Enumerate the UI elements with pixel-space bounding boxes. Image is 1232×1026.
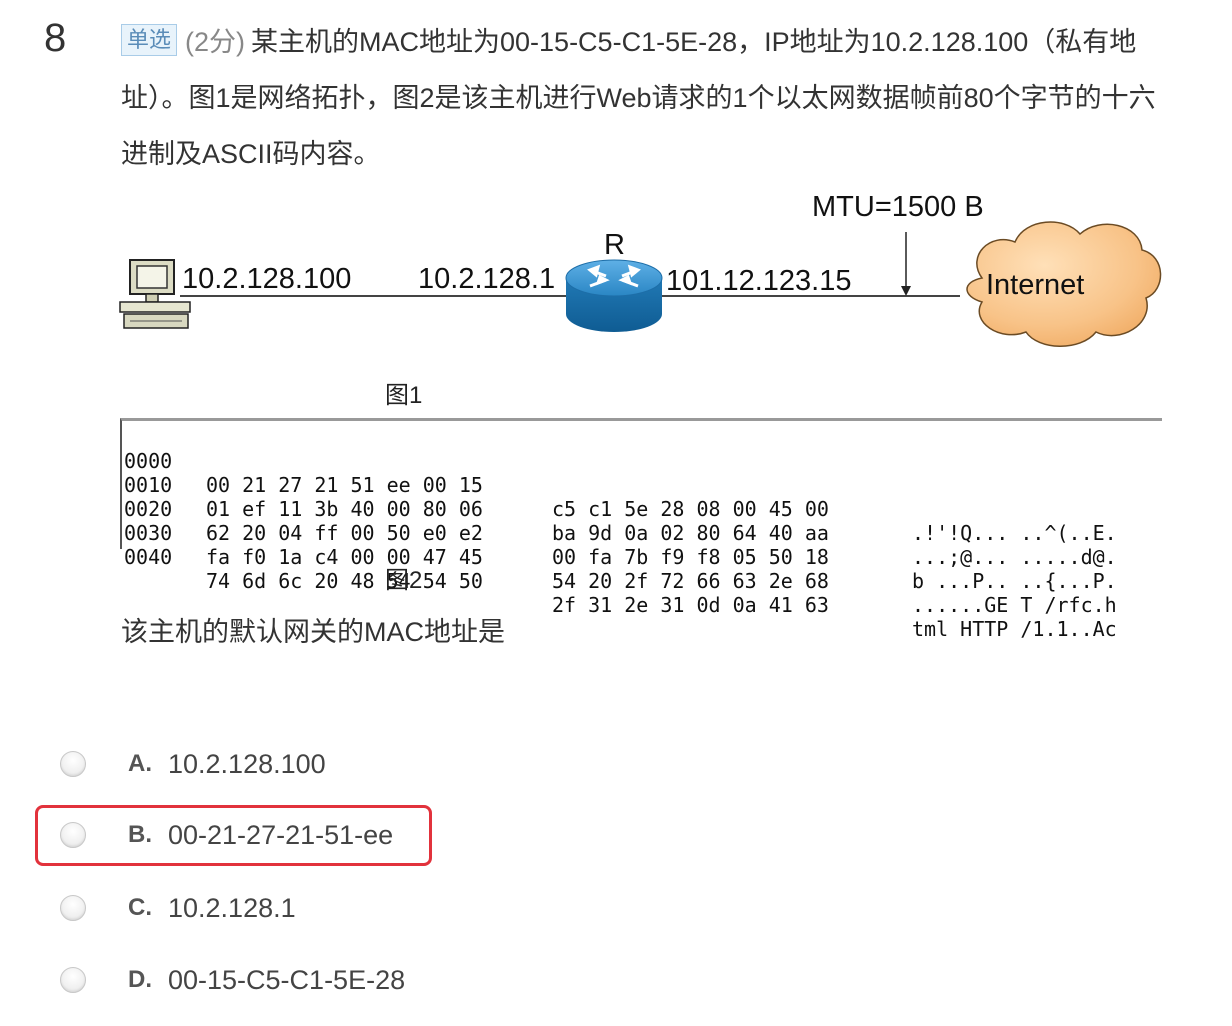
hex-bytes-first-half: 01 ef 11 3b 40 00 80 06 <box>206 497 483 521</box>
hex-ascii: tml HTTP /1.1..Ac <box>912 617 1117 641</box>
answer-highlight-box <box>35 805 432 866</box>
radio-button[interactable] <box>60 895 86 921</box>
stem-line-2: 址）。图1是网络拓扑，图2是该主机进行Web请求的1个以太网数据帧前80个字节的… <box>121 83 1156 113</box>
figure2-caption: 图2 <box>385 567 423 594</box>
hex-bytes-first-half: fa f0 1a c4 00 00 47 45 <box>206 545 483 569</box>
hex-row: 0040 74 6d 6c 20 48 54 54 50 2f 31 2e 31… <box>122 521 1117 641</box>
network-topology-figure: 10.2.128.100 10.2.128.1 R 101.12.123.15 … <box>119 191 1162 347</box>
option-text: 10.2.128.100 <box>168 748 326 779</box>
hex-bytes-second-half: 00 fa 7b f9 f8 05 50 18 <box>552 545 829 569</box>
mtu-arrow <box>901 232 911 296</box>
hex-ascii: .!'!Q... ..^(..E. <box>912 521 1117 545</box>
hex-offset: 0040 <box>124 545 173 569</box>
option-d[interactable]: D. 00-15-C5-C1-5E-28 <box>60 960 405 1000</box>
question-prompt: 该主机的默认网关的MAC地址是 <box>121 617 505 647</box>
router-label: R <box>604 229 625 261</box>
hex-row: 0010 01 ef 11 3b 40 00 80 06 ba 9d 0a 02… <box>122 449 1117 569</box>
internet-label: Internet <box>986 269 1084 301</box>
host-ip-label: 10.2.128.100 <box>182 263 351 295</box>
option-letter: C. <box>128 894 152 921</box>
option-letter: A. <box>128 750 152 777</box>
question-points: (2分) <box>185 27 246 57</box>
radio-button[interactable] <box>60 751 86 777</box>
router-inner-ip-label: 10.2.128.1 <box>418 263 555 295</box>
question-number: 8 <box>44 16 67 60</box>
hex-row: 0000 00 21 27 21 51 ee 00 15 c5 c1 5e 28… <box>122 425 1117 545</box>
hex-bytes-first-half: 00 21 27 21 51 ee 00 15 <box>206 473 483 497</box>
question-stem: 单选 (2分) 某主机的MAC地址为00-15-C5-C1-5E-28，IP地址为1… <box>121 14 1211 182</box>
question-type-badge: 单选 <box>121 24 178 56</box>
hex-row: 0020 62 20 04 ff 00 50 e0 e2 00 fa 7b f9… <box>122 473 1117 593</box>
computer-icon <box>119 259 191 329</box>
mtu-label: MTU=1500 B <box>812 191 984 223</box>
hex-ascii: b ...P.. ..{...P. <box>912 569 1117 593</box>
stem-line-1: 某主机的MAC地址为00-15-C5-C1-5E-28，IP地址为10.2.12… <box>251 27 1137 57</box>
option-c[interactable]: C. 10.2.128.1 <box>60 888 296 928</box>
router-icon <box>565 259 663 332</box>
hex-bytes-first-half: 62 20 04 ff 00 50 e0 e2 <box>206 521 483 545</box>
figure1-caption: 图1 <box>385 382 423 409</box>
stem-line-3: 进制及ASCII码内容。 <box>121 139 381 169</box>
hex-bytes-second-half: 54 20 2f 72 66 63 2e 68 <box>552 569 829 593</box>
option-letter: D. <box>128 966 152 993</box>
hex-dump-figure: 0000 00 21 27 21 51 ee 00 15 c5 c1 5e 28… <box>120 418 1162 641</box>
router-outer-ip-label: 101.12.123.15 <box>666 265 851 297</box>
hex-bytes-second-half: c5 c1 5e 28 08 00 45 00 <box>552 497 829 521</box>
hex-bytes-first-half: 74 6d 6c 20 48 54 54 50 <box>206 569 483 593</box>
hex-bytes-second-half: ba 9d 0a 02 80 64 40 aa <box>552 521 829 545</box>
option-a[interactable]: A. 10.2.128.100 <box>60 744 326 784</box>
hex-ascii: ...;@... .....d@. <box>912 545 1117 569</box>
hex-row: 0030 fa f0 1a c4 00 00 47 45 54 20 2f 72… <box>122 497 1117 617</box>
hex-bytes-second-half: 2f 31 2e 31 0d 0a 41 63 <box>552 593 829 617</box>
option-text: 10.2.128.1 <box>168 892 296 923</box>
hex-ascii: ......GE T /rfc.h <box>912 593 1117 617</box>
radio-button[interactable] <box>60 967 86 993</box>
option-text: 00-15-C5-C1-5E-28 <box>168 964 406 995</box>
